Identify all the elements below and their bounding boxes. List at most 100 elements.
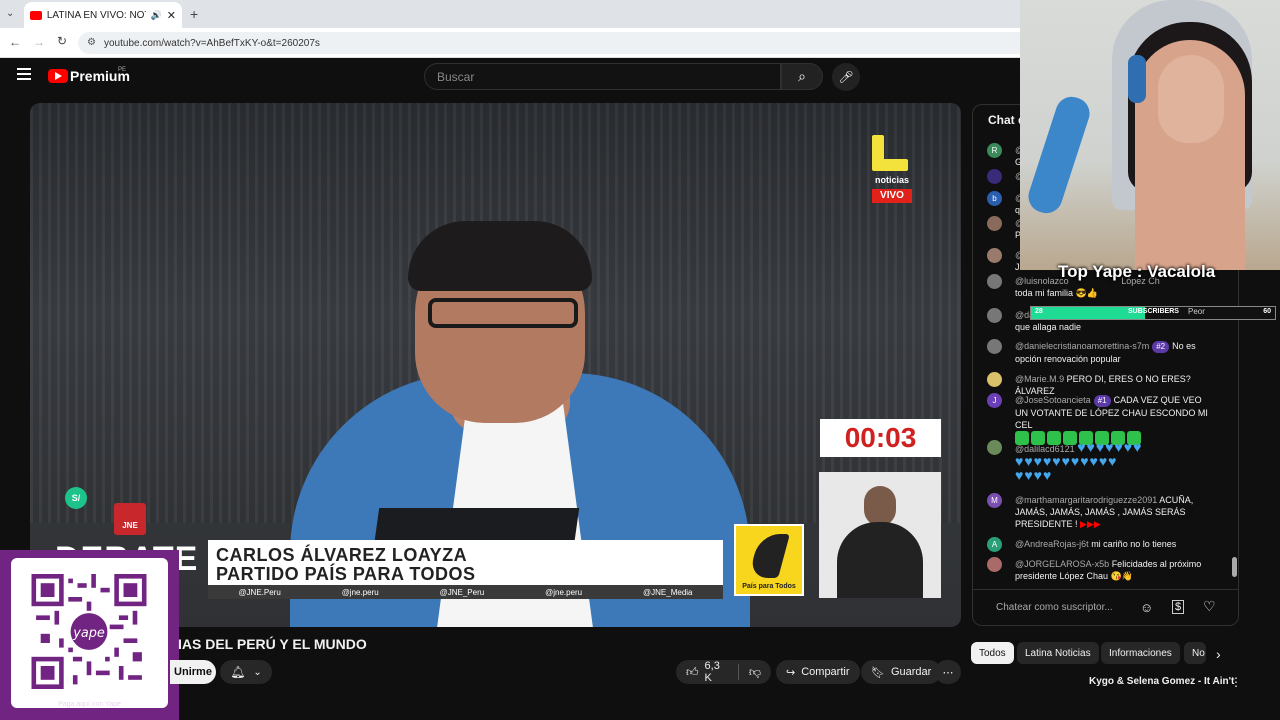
super-chat-icon[interactable]: $ — [1172, 600, 1185, 614]
chevron-down-icon: ⌄ — [253, 666, 262, 678]
save-label: Guardar — [890, 666, 932, 678]
speaker-icon[interactable]: 🔊 — [151, 10, 162, 21]
search-input[interactable]: Buscar — [424, 63, 781, 90]
yape-badge: S/ — [65, 487, 87, 509]
emoji-icon: 😘👋 — [1110, 571, 1134, 581]
share-button[interactable]: ↪ Compartir — [776, 660, 860, 684]
chat-input-area: Chatear como suscriptor... ☺ $ ♡ — [973, 589, 1238, 625]
chat-author[interactable]: @JORGELAROSA-x5b — [1015, 559, 1109, 569]
chip-latina-noticias[interactable]: Latina Noticias — [1017, 642, 1099, 664]
subscriber-goal-bar: 28 SUBSCRIBERS Peor 60 — [1030, 306, 1276, 320]
share-label: Compartir — [801, 666, 850, 678]
site-info-icon[interactable]: ⚙ — [87, 37, 96, 48]
chat-author[interactable]: @AndreaRojas-j6t — [1015, 539, 1089, 549]
speaker-glasses — [428, 298, 578, 328]
chip-informaciones[interactable]: Informaciones — [1101, 642, 1180, 664]
avatar[interactable]: J — [987, 393, 1002, 408]
avatar[interactable] — [987, 274, 1002, 289]
menu-icon[interactable] — [17, 68, 31, 80]
search-button[interactable]: ⌕ — [781, 63, 823, 90]
youtube-handle: @JNE_Media — [643, 587, 693, 597]
avatar[interactable] — [987, 372, 1002, 387]
chevron-right-icon[interactable]: › — [1216, 646, 1221, 662]
now-playing-title[interactable]: Kygo & Selena Gomez - It Ain't — [1089, 676, 1234, 687]
avatar[interactable] — [987, 440, 1002, 455]
subs-goal: 60 — [1263, 308, 1271, 315]
chat-author[interactable]: @danielecristianoamorettina-s7m — [1015, 341, 1149, 351]
avatar[interactable] — [987, 169, 1002, 184]
more-vert-icon[interactable]: ⋮ — [1230, 675, 1242, 689]
streamer-face — [1158, 55, 1224, 143]
more-actions-button[interactable]: ⋯ — [935, 660, 961, 684]
like-icon[interactable]: 👍︎ — [686, 665, 699, 680]
jne-logo: JNE — [114, 503, 146, 535]
chat-author[interactable]: @JoseSotoancieta — [1015, 395, 1091, 405]
dislike-icon[interactable]: 👎︎ — [749, 665, 761, 680]
reload-icon[interactable]: ↻ — [57, 34, 67, 48]
forward-icon[interactable]: → — [33, 35, 45, 49]
instagram-handle: @jne.peru — [341, 587, 379, 597]
avatar[interactable]: R — [987, 143, 1002, 158]
subs-current: 28 — [1035, 308, 1043, 315]
like-dislike-group: 👍︎ 6,3 K 👎︎ — [676, 660, 771, 684]
chat-scrollbar[interactable] — [1232, 557, 1237, 577]
search-icon: ⌕ — [798, 68, 806, 84]
chat-text: mi cariño no lo tienes — [1091, 539, 1177, 549]
heart-icon[interactable]: ♡ — [1203, 598, 1216, 615]
like-count[interactable]: 6,3 K — [705, 660, 728, 684]
sign-language-interpreter — [819, 472, 941, 598]
chip-more[interactable]: No — [1184, 642, 1206, 664]
tab-close-icon[interactable]: ✕ — [167, 9, 176, 22]
search-placeholder: Buscar — [437, 69, 475, 84]
overlay-word: Peor — [1188, 307, 1205, 316]
notifications-button[interactable]: 🔔︎ ⌄ — [220, 660, 272, 684]
avatar[interactable] — [987, 216, 1002, 231]
chat-author[interactable]: @Marie.M.9 — [1015, 374, 1064, 384]
join-button[interactable]: Unirme — [170, 660, 216, 684]
video-player[interactable]: noticias VIVO 00:03 S/ JNE DEBATE CARLOS… — [30, 103, 961, 627]
chip-todos[interactable]: Todos — [971, 642, 1014, 664]
avatar[interactable] — [987, 339, 1002, 354]
avatar[interactable] — [987, 248, 1002, 263]
chat-input[interactable]: Chatear como suscriptor... — [996, 602, 1113, 613]
back-icon[interactable]: ← — [9, 35, 21, 49]
browser-tab[interactable]: LATINA EN VIVO: NOTICIAS 🔊 ✕ — [24, 2, 182, 28]
avatar[interactable]: A — [987, 537, 1002, 552]
avatar[interactable]: b — [987, 191, 1002, 206]
emoji-picker-icon[interactable]: ☺ — [1140, 600, 1153, 615]
tab-title: LATINA EN VIVO: NOTICIAS — [46, 9, 146, 21]
rank-badge: #1 — [1093, 395, 1111, 407]
chat-text: toda mi familia — [1015, 288, 1074, 298]
microphone-icon: 🎤︎ — [838, 70, 854, 84]
new-tab-icon[interactable]: + — [190, 6, 198, 22]
save-button[interactable]: 🔖︎ Guardar — [861, 660, 942, 684]
party-logo: País para Todos — [734, 524, 804, 596]
top-yape-label: Top Yape : Vacalola — [1058, 262, 1216, 281]
avatar[interactable]: M — [987, 493, 1002, 508]
qr-code-icon: yape — [31, 574, 147, 689]
url-field[interactable]: ⚙ youtube.com/watch?v=AhBefTxKY-o&t=2602… — [78, 32, 1078, 54]
voice-search-button[interactable]: 🎤︎ — [832, 63, 860, 91]
bookmark-icon: 🔖︎ — [871, 666, 885, 679]
avatar[interactable] — [987, 557, 1002, 572]
tiktok-handle: @jne.peru — [545, 587, 583, 597]
youtube-emote-icon: ▶▶▶ — [1080, 519, 1101, 529]
more-icon: ⋯ — [942, 666, 954, 679]
sunglasses-emoji-icon: 😎 — [1075, 288, 1087, 298]
avatar[interactable] — [987, 308, 1002, 323]
headset-icon — [1128, 55, 1146, 103]
microphone-arm-icon — [1024, 92, 1094, 218]
region-code: PE — [118, 67, 127, 73]
x-handle: @JNE_Peru — [439, 587, 485, 597]
chat-author[interactable]: @marthamargaritarodriguezze2091 — [1015, 495, 1157, 505]
social-handles-bar: @JNE.Peru @jne.peru @JNE_Peru @jne.peru … — [208, 585, 723, 599]
youtube-logo-icon[interactable] — [48, 69, 68, 83]
latina-noticias-logo: noticias VIVO — [868, 133, 916, 205]
url-text: youtube.com/watch?v=AhBefTxKY-o&t=260207… — [104, 37, 320, 49]
tab-list-dropdown-icon[interactable]: ⌄ — [6, 8, 14, 19]
share-icon: ↪ — [786, 666, 796, 679]
qr-brand: yape — [72, 626, 105, 641]
subs-label: SUBSCRIBERS — [1128, 308, 1179, 315]
chat-text: J — [1015, 262, 1020, 272]
road-icon — [748, 534, 790, 578]
